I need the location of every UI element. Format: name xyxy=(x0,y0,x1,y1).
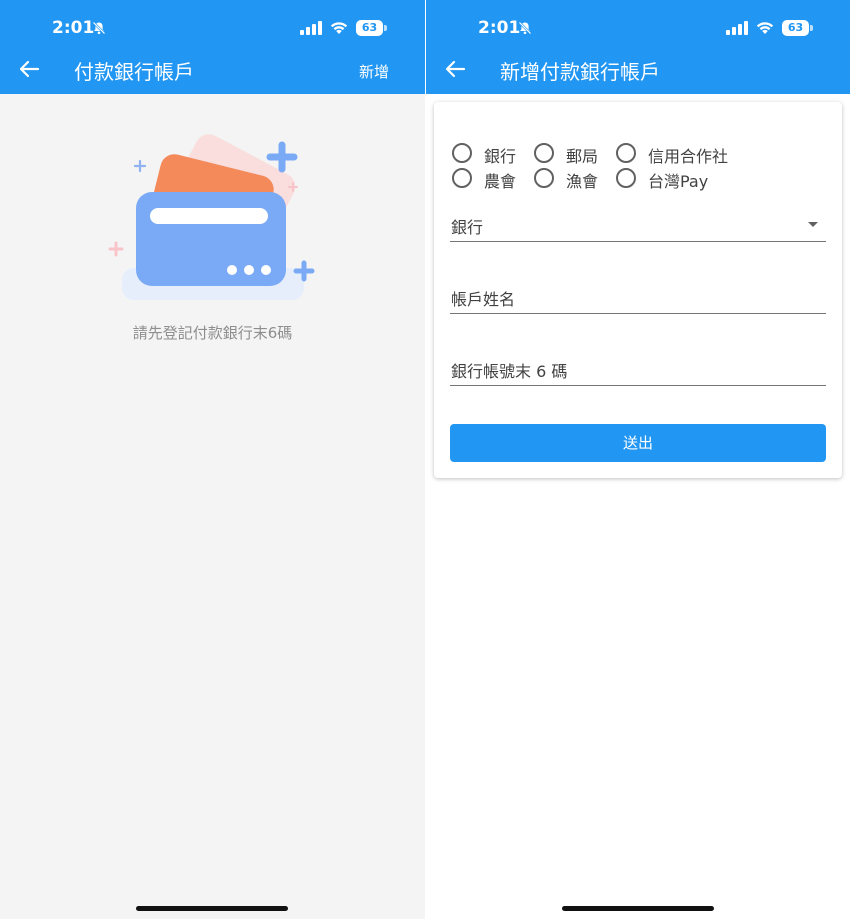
cellular-signal-icon xyxy=(300,21,322,35)
radio-label: 農會 xyxy=(484,172,517,191)
wifi-icon xyxy=(330,22,348,34)
bank-select[interactable]: 銀行 xyxy=(450,202,826,242)
empty-wallet-illustration xyxy=(108,134,315,300)
battery-icon: 63 xyxy=(782,20,813,36)
home-indicator[interactable] xyxy=(136,906,288,911)
bank-select-value: 銀行 xyxy=(451,218,484,237)
radio-circle-icon[interactable] xyxy=(616,143,636,163)
status-bar: 2:01 63 xyxy=(426,18,850,40)
empty-state-message: 請先登記付款銀行末6碼 xyxy=(132,324,293,342)
back-arrow-icon[interactable] xyxy=(18,58,40,80)
submit-button[interactable]: 送出 xyxy=(450,424,826,462)
radio-label: 台灣Pay xyxy=(648,172,709,191)
add-button[interactable]: 新增 xyxy=(359,61,389,82)
bell-muted-icon xyxy=(518,21,532,35)
battery-level: 63 xyxy=(782,20,809,36)
top-bar: 2:01 63 xyxy=(0,0,425,94)
bell-muted-icon xyxy=(92,21,106,35)
status-time: 2:01 xyxy=(478,18,521,38)
battery-level: 63 xyxy=(356,20,383,36)
page-title: 付款銀行帳戶 xyxy=(74,60,194,84)
account-name-field[interactable]: 帳戶姓名 xyxy=(450,274,826,314)
radio-circle-icon[interactable] xyxy=(534,143,554,163)
radio-label: 銀行 xyxy=(484,147,517,166)
add-account-form: 銀行 郵局 信用合作社 農會 漁會 台灣Pay 銀行 帳戶姓名 銀行帳號末 6 … xyxy=(434,102,842,478)
radio-circle-icon[interactable] xyxy=(452,168,472,188)
radio-label: 郵局 xyxy=(566,147,599,166)
app-bar: 付款銀行帳戶 新增 xyxy=(0,48,425,92)
dropdown-arrow-icon[interactable] xyxy=(808,222,818,227)
top-bar: 2:01 63 xyxy=(426,0,850,94)
cellular-signal-icon xyxy=(726,21,748,35)
status-time: 2:01 xyxy=(52,18,95,38)
radio-label: 信用合作社 xyxy=(648,147,729,166)
page-title: 新增付款銀行帳戶 xyxy=(500,60,660,84)
radio-label: 漁會 xyxy=(566,172,599,191)
wifi-icon xyxy=(756,22,774,34)
account-name-placeholder: 帳戶姓名 xyxy=(451,290,516,309)
battery-tip xyxy=(384,25,387,31)
battery-tip xyxy=(810,25,813,31)
app-bar: 新增付款銀行帳戶 xyxy=(426,48,850,92)
radio-circle-icon[interactable] xyxy=(534,168,554,188)
add-bank-account-screen: 2:01 63 新增付款銀行帳戶 銀行 郵局 信用合作社 農會 漁會 台灣Pay… xyxy=(426,0,850,919)
radio-circle-icon[interactable] xyxy=(616,168,636,188)
home-indicator[interactable] xyxy=(562,906,714,911)
account-last6-field[interactable]: 銀行帳號末 6 碼 xyxy=(450,346,826,386)
battery-icon: 63 xyxy=(356,20,387,36)
radio-circle-icon[interactable] xyxy=(452,143,472,163)
status-bar: 2:01 63 xyxy=(0,18,425,40)
account-last6-placeholder: 銀行帳號末 6 碼 xyxy=(451,362,568,381)
bank-accounts-screen: 2:01 63 付款銀行帳戶 新增 請先登記付款銀行末6碼 xyxy=(0,0,425,919)
back-arrow-icon[interactable] xyxy=(444,58,466,80)
